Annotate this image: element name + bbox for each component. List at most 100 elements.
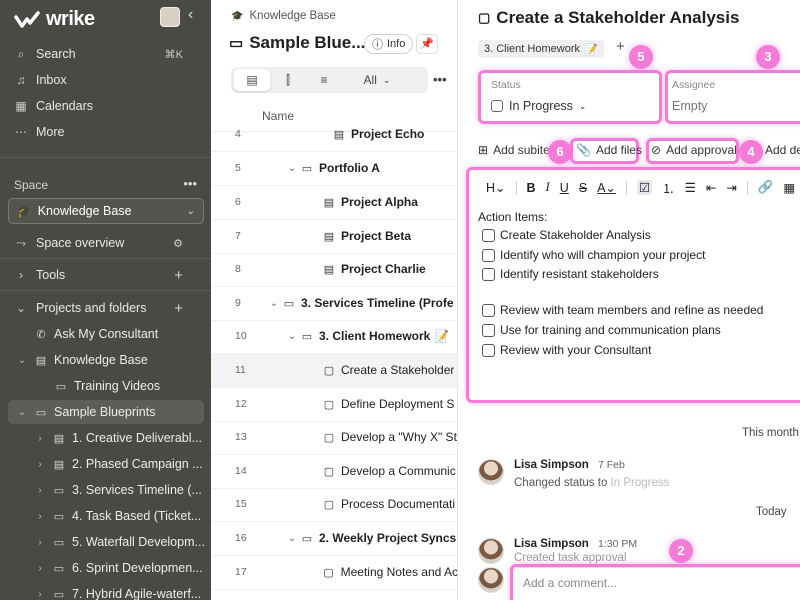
user-avatar[interactable] bbox=[160, 7, 180, 27]
sidebar-item-knowledge-base[interactable]: ⌄ ▤ Knowledge Base bbox=[0, 348, 211, 372]
checkbox[interactable] bbox=[482, 343, 495, 357]
sidebar-item-creative-deliverables[interactable]: › ▤ 1. Creative Deliverabl... bbox=[0, 426, 211, 450]
sidebar-item-sample-blueprints[interactable]: ⌄ ▭ Sample Blueprints bbox=[8, 400, 204, 424]
bullet-list-icon[interactable]: ☰ bbox=[685, 180, 696, 195]
space-overview-nav[interactable]: ⤳ Space overview ⚙ bbox=[14, 233, 197, 253]
wrike-logo[interactable]: wrike bbox=[14, 8, 95, 31]
checklist-item[interactable]: Review with your Consultant bbox=[482, 343, 651, 357]
text-color-icon[interactable]: A⌄ bbox=[597, 180, 616, 195]
collapse-sidebar-icon[interactable]: ‹ bbox=[188, 6, 193, 24]
board-view-icon[interactable]: ⫿ bbox=[270, 69, 306, 91]
task-icon: ▢ bbox=[323, 398, 335, 411]
checkbox[interactable] bbox=[482, 228, 495, 242]
table-row[interactable]: 16 ⌄ ▭ 2. Weekly Project Syncs bbox=[211, 522, 457, 556]
row-number: 13 bbox=[235, 431, 247, 444]
calendars-nav[interactable]: ▦ Calendars bbox=[14, 96, 93, 116]
space-overview-label: Space overview bbox=[36, 236, 125, 250]
numbered-list-icon[interactable]: ⒈ bbox=[662, 178, 675, 197]
checklist-item[interactable]: Review with team members and refine as n… bbox=[482, 303, 763, 317]
avatar[interactable] bbox=[478, 538, 504, 564]
checkbox[interactable] bbox=[482, 303, 495, 317]
checklist-item[interactable]: Create Stakeholder Analysis bbox=[482, 228, 651, 242]
search-icon: ⌕ bbox=[17, 46, 25, 61]
more-options-icon[interactable]: ••• bbox=[433, 72, 447, 87]
table-row[interactable]: 6 ▤ Project Alpha bbox=[211, 186, 457, 220]
view-switcher: ▤ ⫿ ≡ All ⌄ bbox=[231, 67, 428, 93]
strikethrough-icon[interactable]: S bbox=[579, 181, 587, 195]
more-nav[interactable]: ⋯ More bbox=[14, 122, 64, 142]
task-title[interactable]: ▢ Create a Stakeholder Analysis bbox=[478, 8, 739, 28]
tree-item-label: 7. Hybrid Agile-waterf... bbox=[72, 587, 202, 600]
chevron-down-icon: ⌄ bbox=[287, 162, 297, 174]
add-subitem-button[interactable]: ⊞ Add subite bbox=[478, 143, 550, 157]
avatar[interactable] bbox=[478, 459, 504, 485]
parent-folder-tag[interactable]: 3. Client Homework 📝 bbox=[478, 40, 604, 58]
underline-icon[interactable]: U bbox=[560, 181, 569, 195]
table-row[interactable]: 14 ▢ Develop a Communic bbox=[211, 455, 457, 489]
outdent-icon[interactable]: ⇤ bbox=[706, 180, 716, 195]
row-number: 17 bbox=[235, 566, 247, 579]
indent-icon[interactable]: ⇥ bbox=[726, 180, 736, 195]
comment-author[interactable]: Lisa Simpson bbox=[514, 459, 589, 471]
italic-icon[interactable]: I bbox=[546, 180, 550, 195]
table-row[interactable]: 10 ⌄ ▭ 3. Client Homework 📝 bbox=[211, 320, 457, 354]
checkbox[interactable] bbox=[482, 323, 495, 337]
table-row[interactable]: 9 ⌄ ▭ 3. Services Timeline (Profe bbox=[211, 287, 457, 321]
table-row[interactable]: 15 ▢ Process Documentati bbox=[211, 488, 457, 522]
info-button[interactable]: ⓘ Info bbox=[364, 34, 414, 54]
add-tool-icon[interactable]: + bbox=[174, 267, 183, 284]
add-parent-icon[interactable]: + bbox=[616, 38, 625, 55]
status-select[interactable]: In Progress ⌄ bbox=[491, 99, 586, 113]
checkbox[interactable] bbox=[482, 267, 495, 281]
table-row-selected[interactable]: 11 ▢ Create a Stakeholder bbox=[211, 354, 457, 388]
pin-icon[interactable]: 📌 bbox=[416, 34, 438, 54]
filter-select[interactable]: All ⌄ bbox=[342, 69, 412, 91]
inbox-nav[interactable]: ♫ Inbox bbox=[14, 70, 67, 90]
table-row[interactable]: 13 ▢ Develop a "Why X" St bbox=[211, 421, 457, 455]
sidebar-item-ask-my-consultant[interactable]: ✆ Ask My Consultant bbox=[0, 322, 211, 346]
table-row[interactable]: 5 ⌄ ▭ Portfolio A bbox=[211, 152, 457, 186]
checkbox[interactable] bbox=[482, 248, 495, 262]
space-more-icon[interactable]: ••• bbox=[183, 176, 197, 191]
chevron-right-icon: › bbox=[38, 510, 42, 522]
assignee-select[interactable]: Empty bbox=[672, 99, 707, 113]
assignee-value: Empty bbox=[672, 99, 708, 113]
sidebar-item-task-based[interactable]: › ▭ 4. Task Based (Ticket... bbox=[0, 504, 211, 528]
tree-item-label: Knowledge Base bbox=[54, 353, 148, 367]
table-view-icon[interactable]: ▤ bbox=[234, 69, 270, 91]
chevron-down-icon: ⌄ bbox=[15, 301, 27, 315]
checklist-item[interactable]: Use for training and communication plans bbox=[482, 323, 721, 337]
projects-folders-nav[interactable]: ⌄ Projects and folders + bbox=[14, 298, 197, 318]
table-icon[interactable]: ▦ bbox=[783, 180, 795, 195]
gear-icon[interactable]: ⚙ bbox=[173, 237, 183, 250]
table-row[interactable]: 7 ▤ Project Beta bbox=[211, 220, 457, 254]
table-row[interactable]: 4 ▤ Project Echo bbox=[211, 118, 457, 152]
table-row[interactable]: 8 ▤ Project Charlie bbox=[211, 253, 457, 287]
search-nav[interactable]: ⌕ Search ⌘K bbox=[14, 44, 197, 64]
bold-icon[interactable]: B bbox=[527, 181, 536, 195]
comment-author[interactable]: Lisa Simpson bbox=[514, 538, 589, 550]
add-project-icon[interactable]: + bbox=[174, 300, 183, 317]
sidebar-item-hybrid-agile[interactable]: › ▭ 7. Hybrid Agile-waterf... bbox=[0, 582, 211, 600]
table-row[interactable]: 12 ▢ Define Deployment S bbox=[211, 388, 457, 422]
sidebar-item-sprint[interactable]: › ▭ 6. Sprint Developmen... bbox=[0, 556, 211, 580]
add-files-button[interactable]: 📎 Add files bbox=[576, 143, 642, 157]
gantt-view-icon[interactable]: ≡ bbox=[306, 69, 342, 91]
checklist-icon[interactable]: ☑ bbox=[636, 180, 653, 195]
add-dependency-button[interactable]: Add de bbox=[765, 143, 800, 157]
sidebar-item-training-videos[interactable]: ▭ Training Videos bbox=[0, 374, 211, 398]
heading-button[interactable]: H⌄ bbox=[486, 180, 506, 195]
sidebar-item-waterfall[interactable]: › ▭ 5. Waterfall Developm... bbox=[0, 530, 211, 554]
tools-nav[interactable]: › Tools + bbox=[14, 265, 197, 285]
sidebar-item-services-timeline[interactable]: › ▭ 3. Services Timeline (... bbox=[0, 478, 211, 502]
add-dependency-label: Add de bbox=[765, 143, 800, 157]
action-items-heading: Action Items: bbox=[478, 210, 548, 224]
checklist-item[interactable]: Identify resistant stakeholders bbox=[482, 267, 659, 281]
table-row[interactable]: 17 ▢ Meeting Notes and Ac bbox=[211, 556, 457, 590]
sidebar-item-phased-campaign[interactable]: › ▤ 2. Phased Campaign ... bbox=[0, 452, 211, 476]
breadcrumb[interactable]: 🎓 Knowledge Base bbox=[231, 10, 336, 22]
link-icon[interactable]: 🔗 bbox=[758, 180, 774, 195]
checklist-item[interactable]: Identify who will champion your project bbox=[482, 248, 705, 262]
add-approval-button[interactable]: ⊘ Add approval bbox=[651, 143, 737, 157]
space-select[interactable]: 🎓 Knowledge Base ⌄ bbox=[8, 198, 204, 224]
